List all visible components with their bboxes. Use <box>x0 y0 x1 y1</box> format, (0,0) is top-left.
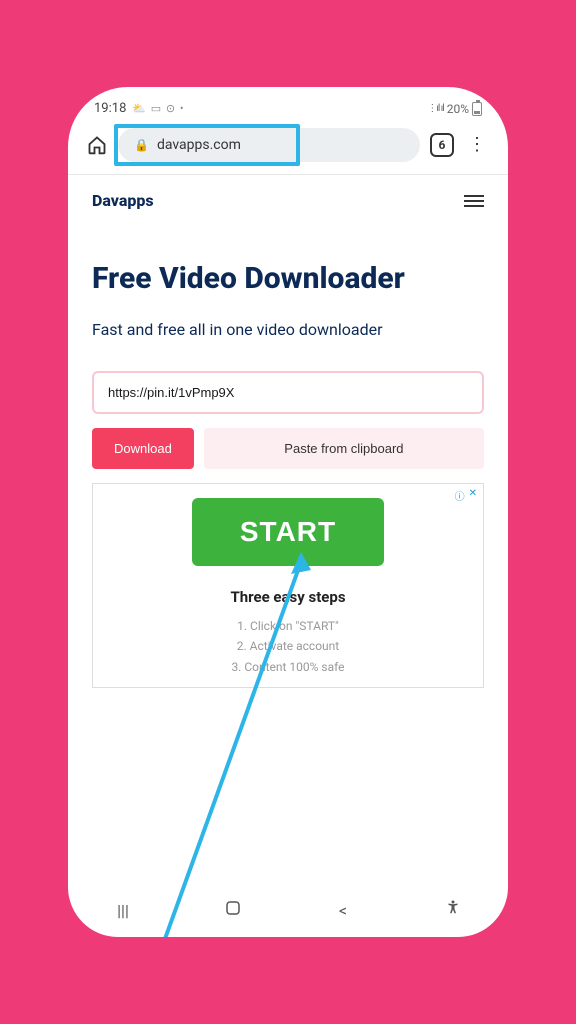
ad-close-icon[interactable]: ✕ <box>469 488 477 503</box>
browser-bar: 🔒 davapps.com 6 ⋮ <box>68 120 508 172</box>
download-button[interactable]: Download <box>92 428 194 469</box>
android-nav-bar: ||| < <box>68 883 508 937</box>
ad-steps-title: Three easy steps <box>93 588 483 606</box>
url-bar[interactable]: 🔒 davapps.com <box>118 128 420 162</box>
paste-clipboard-button[interactable]: Paste from clipboard <box>204 428 484 469</box>
nav-back-icon[interactable]: < <box>323 901 363 920</box>
browser-menu-icon[interactable]: ⋮ <box>464 136 490 154</box>
page-subtitle: Fast and free all in one video downloade… <box>92 319 484 341</box>
hamburger-icon[interactable] <box>464 195 484 207</box>
lock-icon: 🔒 <box>134 138 149 152</box>
ad-step-1: 1. Click on "START" <box>93 616 483 636</box>
tab-count[interactable]: 6 <box>430 133 454 157</box>
battery-icon <box>472 102 482 116</box>
status-left-icons: ⛅ ▭ ⊙ • <box>132 102 184 115</box>
home-icon[interactable] <box>86 134 108 156</box>
nav-accessibility-icon[interactable] <box>433 899 473 921</box>
ad-steps-list: 1. Click on "START" 2. Activate account … <box>93 616 483 677</box>
status-bar: 19:18 ⛅ ▭ ⊙ • ⋮ıl ıl 20% <box>68 87 508 120</box>
ad-step-3: 3. Content 100% safe <box>93 657 483 677</box>
ad-step-2: 2. Activate account <box>93 636 483 656</box>
ad-info-icon[interactable]: ⓘ <box>455 488 465 503</box>
ad-box: ⓘ ✕ START Three easy steps 1. Click on "… <box>92 483 484 688</box>
ad-start-button[interactable]: START <box>192 498 384 566</box>
page-title: Free Video Downloader <box>92 262 484 297</box>
signal-icon: ⋮ıl ıl <box>427 103 443 114</box>
main-content: Free Video Downloader Fast and free all … <box>68 226 508 688</box>
status-time: 19:18 <box>94 101 126 116</box>
site-header: Davapps <box>68 175 508 226</box>
site-logo[interactable]: Davapps <box>92 191 154 210</box>
battery-percent: 20% <box>447 102 469 116</box>
url-text: davapps.com <box>157 137 241 153</box>
phone-frame: 19:18 ⛅ ▭ ⊙ • ⋮ıl ıl 20% 🔒 davapps.com 6… <box>68 87 508 937</box>
nav-home-icon[interactable] <box>213 899 253 921</box>
video-url-input[interactable] <box>92 371 484 414</box>
nav-recent-icon[interactable]: ||| <box>103 901 143 920</box>
